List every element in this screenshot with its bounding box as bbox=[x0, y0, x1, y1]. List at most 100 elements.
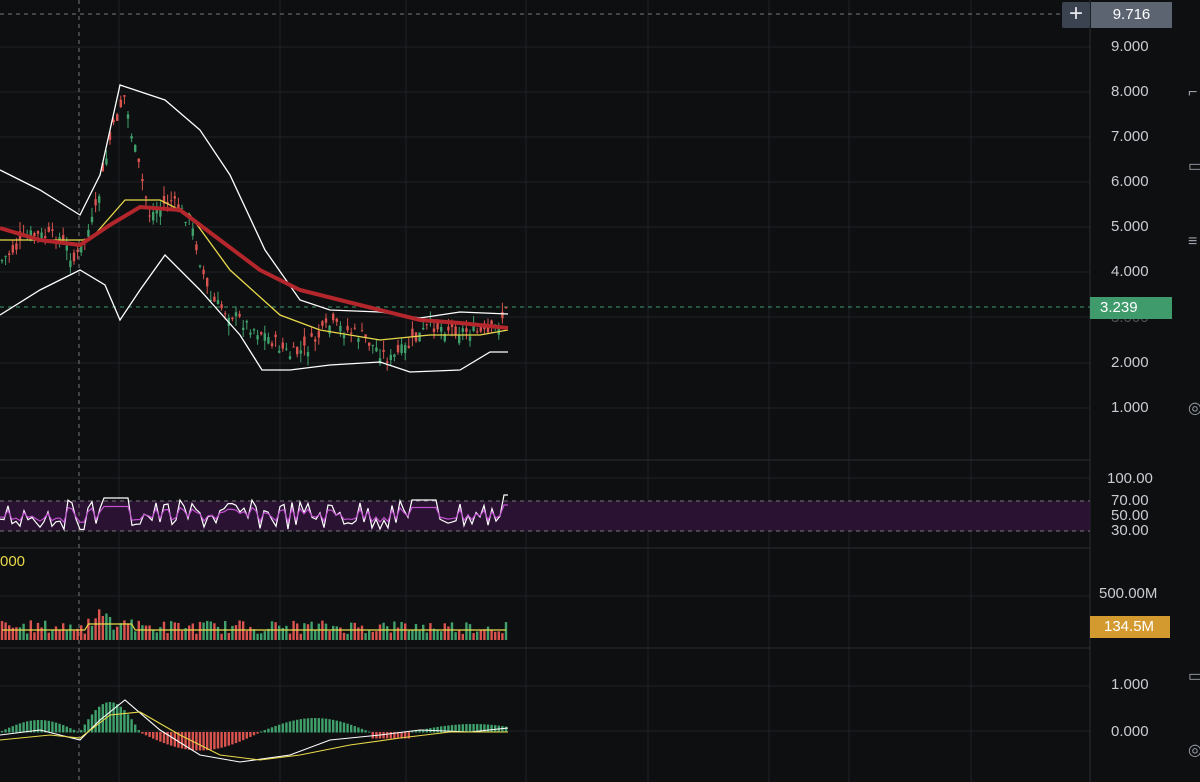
volume-bar bbox=[468, 624, 472, 640]
current-price-tag: 3.239 bbox=[1090, 297, 1172, 319]
candle-body bbox=[288, 356, 292, 360]
crosshair-plus-button[interactable]: + bbox=[1062, 2, 1090, 28]
candle-body bbox=[432, 328, 436, 332]
candle-body bbox=[72, 252, 76, 262]
macd-bar bbox=[296, 719, 299, 733]
candle-body bbox=[65, 245, 68, 251]
volume-bar bbox=[382, 622, 385, 640]
macd-bar bbox=[72, 729, 76, 733]
volume-bar bbox=[404, 623, 407, 640]
volume-bar bbox=[191, 623, 194, 640]
macd-bar bbox=[267, 728, 270, 733]
volume-bar bbox=[339, 627, 342, 640]
candle-body bbox=[285, 348, 288, 350]
volume-bar bbox=[256, 633, 259, 640]
candle-body bbox=[267, 337, 270, 344]
chart-canvas[interactable] bbox=[0, 0, 1200, 782]
rsi-axis-label: 100.00 bbox=[1107, 470, 1153, 487]
candle-body bbox=[342, 335, 346, 339]
monitor-icon[interactable]: ▭ bbox=[1188, 156, 1200, 176]
candle-body bbox=[260, 332, 263, 335]
volume-bar bbox=[476, 631, 479, 640]
volume-bar bbox=[486, 626, 490, 640]
candle-body bbox=[317, 331, 320, 338]
volume-bar bbox=[162, 621, 166, 640]
macd-bar bbox=[332, 719, 335, 733]
candle-body bbox=[4, 256, 7, 258]
volume-bar bbox=[346, 633, 349, 640]
candle-body bbox=[339, 325, 342, 332]
macd-bar bbox=[303, 718, 306, 733]
candle-body bbox=[216, 300, 220, 305]
candle-body bbox=[130, 136, 133, 139]
volume-bar bbox=[4, 622, 7, 640]
volume-bar bbox=[22, 623, 25, 640]
candle-body bbox=[119, 99, 122, 108]
macd-bar bbox=[119, 706, 122, 733]
panel-icon[interactable]: ▭ bbox=[1188, 666, 1200, 686]
volume-bar bbox=[36, 622, 40, 640]
layout-icon[interactable]: ≡ bbox=[1188, 233, 1200, 251]
volume-bar bbox=[83, 633, 86, 640]
volume-bar bbox=[180, 630, 184, 640]
price-axis-label: 1.000 bbox=[1111, 399, 1149, 416]
volume-bar bbox=[90, 625, 94, 640]
volume-bar bbox=[54, 626, 58, 640]
candle-body bbox=[278, 350, 281, 353]
candle-body bbox=[256, 335, 259, 340]
candle-body bbox=[87, 229, 90, 237]
macd-bar bbox=[18, 723, 22, 733]
macd-bar bbox=[285, 722, 288, 733]
volume-bar bbox=[360, 625, 364, 640]
volume-bar bbox=[26, 633, 29, 640]
candle-body bbox=[98, 196, 101, 203]
volume-bar bbox=[105, 613, 108, 640]
macd-bar bbox=[260, 731, 263, 733]
macd-bar bbox=[306, 718, 310, 733]
candle-body bbox=[368, 342, 371, 346]
macd-bar bbox=[483, 724, 486, 733]
volume-bar bbox=[335, 626, 338, 640]
macd-bar bbox=[51, 721, 54, 733]
macd-bar bbox=[382, 732, 385, 739]
volume-bar bbox=[328, 630, 331, 640]
price-axis-label: 6.000 bbox=[1111, 173, 1149, 190]
price-axis-label: 4.000 bbox=[1111, 263, 1149, 280]
macd-bar bbox=[342, 722, 346, 733]
candle-body bbox=[62, 235, 65, 240]
volume-bar bbox=[177, 622, 180, 640]
volume-bar bbox=[209, 621, 212, 640]
candle-body bbox=[0, 260, 4, 262]
candle-body bbox=[123, 95, 126, 97]
candle-body bbox=[425, 324, 428, 326]
more-icon[interactable]: ◎ bbox=[1188, 740, 1200, 760]
macd-bar bbox=[180, 732, 184, 749]
volume-bar bbox=[407, 630, 410, 640]
macd-bar bbox=[141, 732, 144, 734]
candle-body bbox=[400, 344, 403, 353]
settings-icon[interactable]: ◎ bbox=[1188, 398, 1200, 418]
candle-body bbox=[116, 114, 119, 121]
candle-body bbox=[134, 144, 137, 152]
macd-bar bbox=[134, 724, 137, 733]
macd-bar bbox=[8, 727, 11, 733]
candle-body bbox=[386, 361, 389, 363]
candle-body bbox=[328, 325, 331, 334]
candle-body bbox=[332, 313, 335, 321]
draw-tool-icon[interactable]: ⌐ bbox=[1188, 84, 1200, 102]
chart-grid bbox=[0, 0, 1090, 782]
candle-body bbox=[8, 253, 11, 255]
macd-bar bbox=[270, 727, 274, 733]
macd-bar bbox=[357, 727, 360, 733]
volume-bar bbox=[245, 630, 248, 640]
candle-body bbox=[51, 229, 54, 231]
candle-body bbox=[213, 296, 216, 302]
macd-bar bbox=[278, 724, 281, 733]
candle-body bbox=[11, 245, 14, 253]
volume-bar bbox=[155, 632, 158, 640]
macd-bar bbox=[234, 732, 238, 744]
candle-body bbox=[173, 196, 176, 199]
volume-bar bbox=[285, 625, 288, 640]
volume-bar bbox=[393, 621, 396, 640]
candle-body bbox=[105, 158, 108, 165]
